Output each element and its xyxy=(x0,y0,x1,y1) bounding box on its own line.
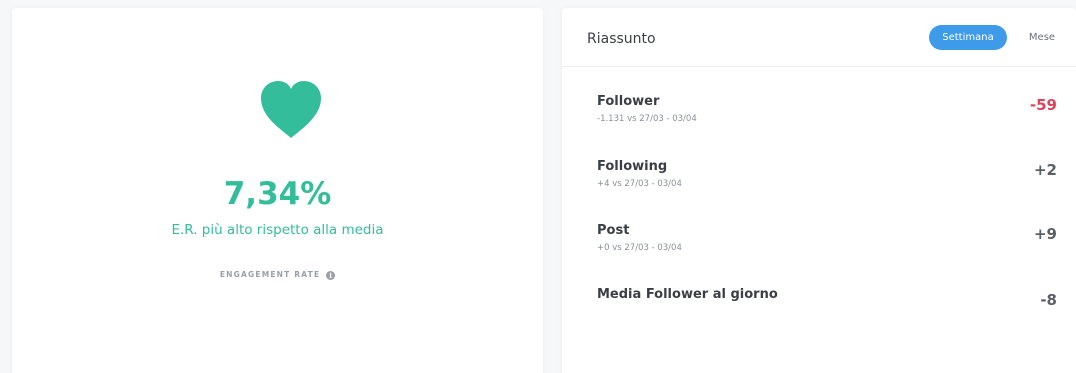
metric-value: +9 xyxy=(1033,225,1057,243)
metric-row-follower: Follower -1.131 vs 27/03 - 03/04 -59 xyxy=(597,94,1057,134)
engagement-rate-label: ENGAGEMENT RATE xyxy=(219,270,321,279)
metric-row-post: Post +0 vs 27/03 - 03/04 +9 xyxy=(597,223,1057,263)
summary-header: Riassunto Settimana Mese xyxy=(562,8,1076,67)
heart-icon xyxy=(261,81,321,138)
engagement-rate-label-row: ENGAGEMENT RATE i xyxy=(12,270,543,280)
metric-value: -59 xyxy=(1029,96,1057,114)
summary-title: Riassunto xyxy=(587,31,656,47)
metric-value: +2 xyxy=(1033,161,1057,179)
info-icon[interactable]: i xyxy=(326,270,336,280)
metric-comparison: +4 vs 27/03 - 03/04 xyxy=(597,179,682,189)
metric-comparison: -1.131 vs 27/03 - 03/04 xyxy=(597,114,697,124)
engagement-rate-card: 7,34% E.R. più alto rispetto alla media … xyxy=(12,8,543,373)
metric-value: -8 xyxy=(1040,291,1057,309)
engagement-rate-description: E.R. più alto rispetto alla media xyxy=(171,222,384,238)
tab-settimana[interactable]: Settimana xyxy=(929,25,1007,50)
metric-comparison: +0 vs 27/03 - 03/04 xyxy=(597,243,682,253)
tab-mese[interactable]: Mese xyxy=(1017,25,1067,50)
metric-row-media-follower: Media Follower al giorno -8 xyxy=(597,287,1057,327)
metric-name: Follower xyxy=(597,94,660,109)
metric-name: Following xyxy=(597,159,668,174)
metric-name: Post xyxy=(597,223,630,238)
engagement-rate-value: 7,34% xyxy=(223,176,332,212)
summary-card: Riassunto Settimana Mese Follower -1.131… xyxy=(562,8,1076,373)
metric-row-following: Following +4 vs 27/03 - 03/04 +2 xyxy=(597,159,1057,199)
metric-name: Media Follower al giorno xyxy=(597,287,778,302)
